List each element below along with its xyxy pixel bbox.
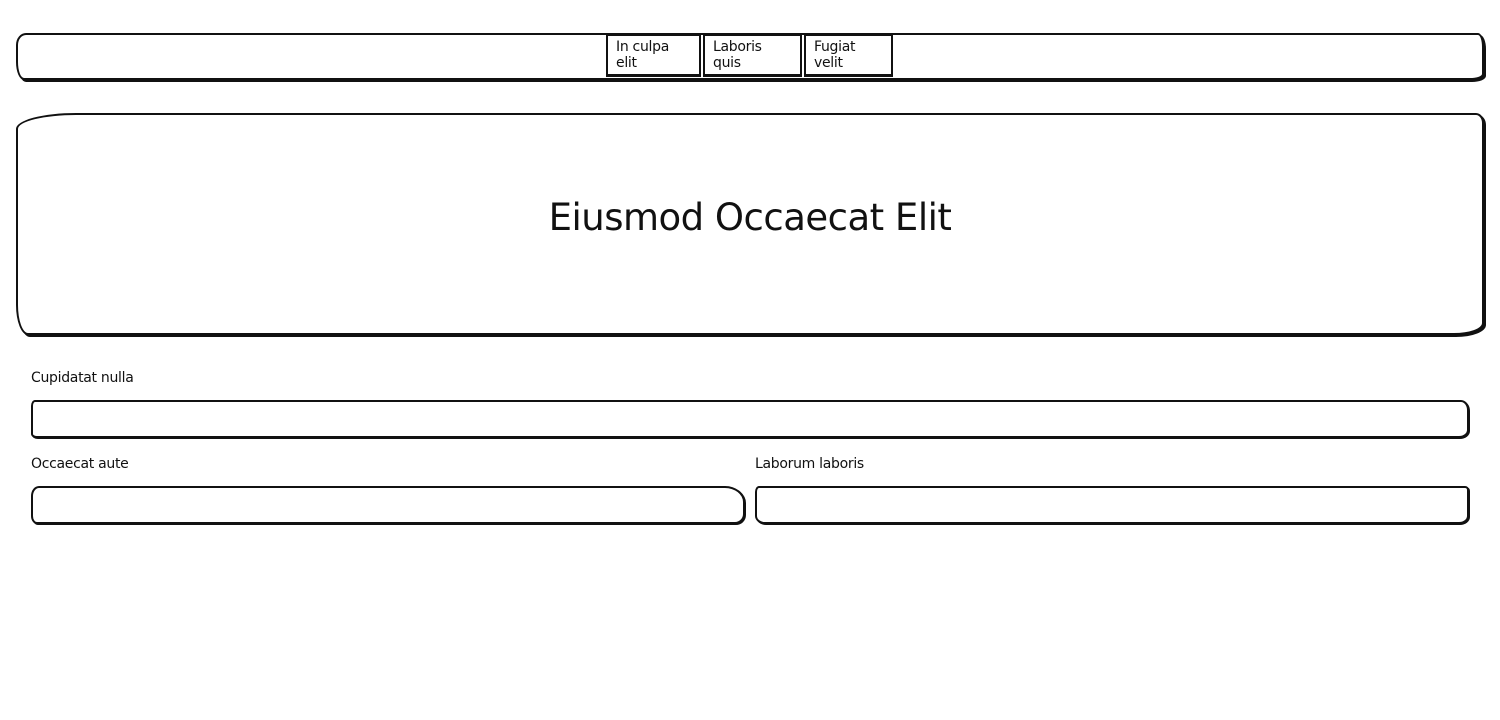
- cupidatat-nulla-input[interactable]: [31, 400, 1469, 438]
- occaecat-aute-input[interactable]: [31, 486, 745, 524]
- laborum-laboris-label: Laborum laboris: [755, 456, 864, 472]
- nav-link-in-culpa-elit[interactable]: In culpa elit: [606, 34, 701, 77]
- laborum-laboris-input[interactable]: [755, 486, 1469, 524]
- occaecat-aute-label: Occaecat aute: [31, 456, 129, 472]
- cupidatat-nulla-label: Cupidatat nulla: [31, 370, 134, 386]
- nav-link-laboris-quis[interactable]: Laboris quis: [703, 34, 802, 77]
- hero-title: Eiusmod Occaecat Elit: [548, 196, 952, 239]
- nav-link-fugiat-velit[interactable]: Fugiat velit: [804, 34, 893, 77]
- nav-links: In culpa elit Laboris quis Fugiat velit: [606, 34, 895, 77]
